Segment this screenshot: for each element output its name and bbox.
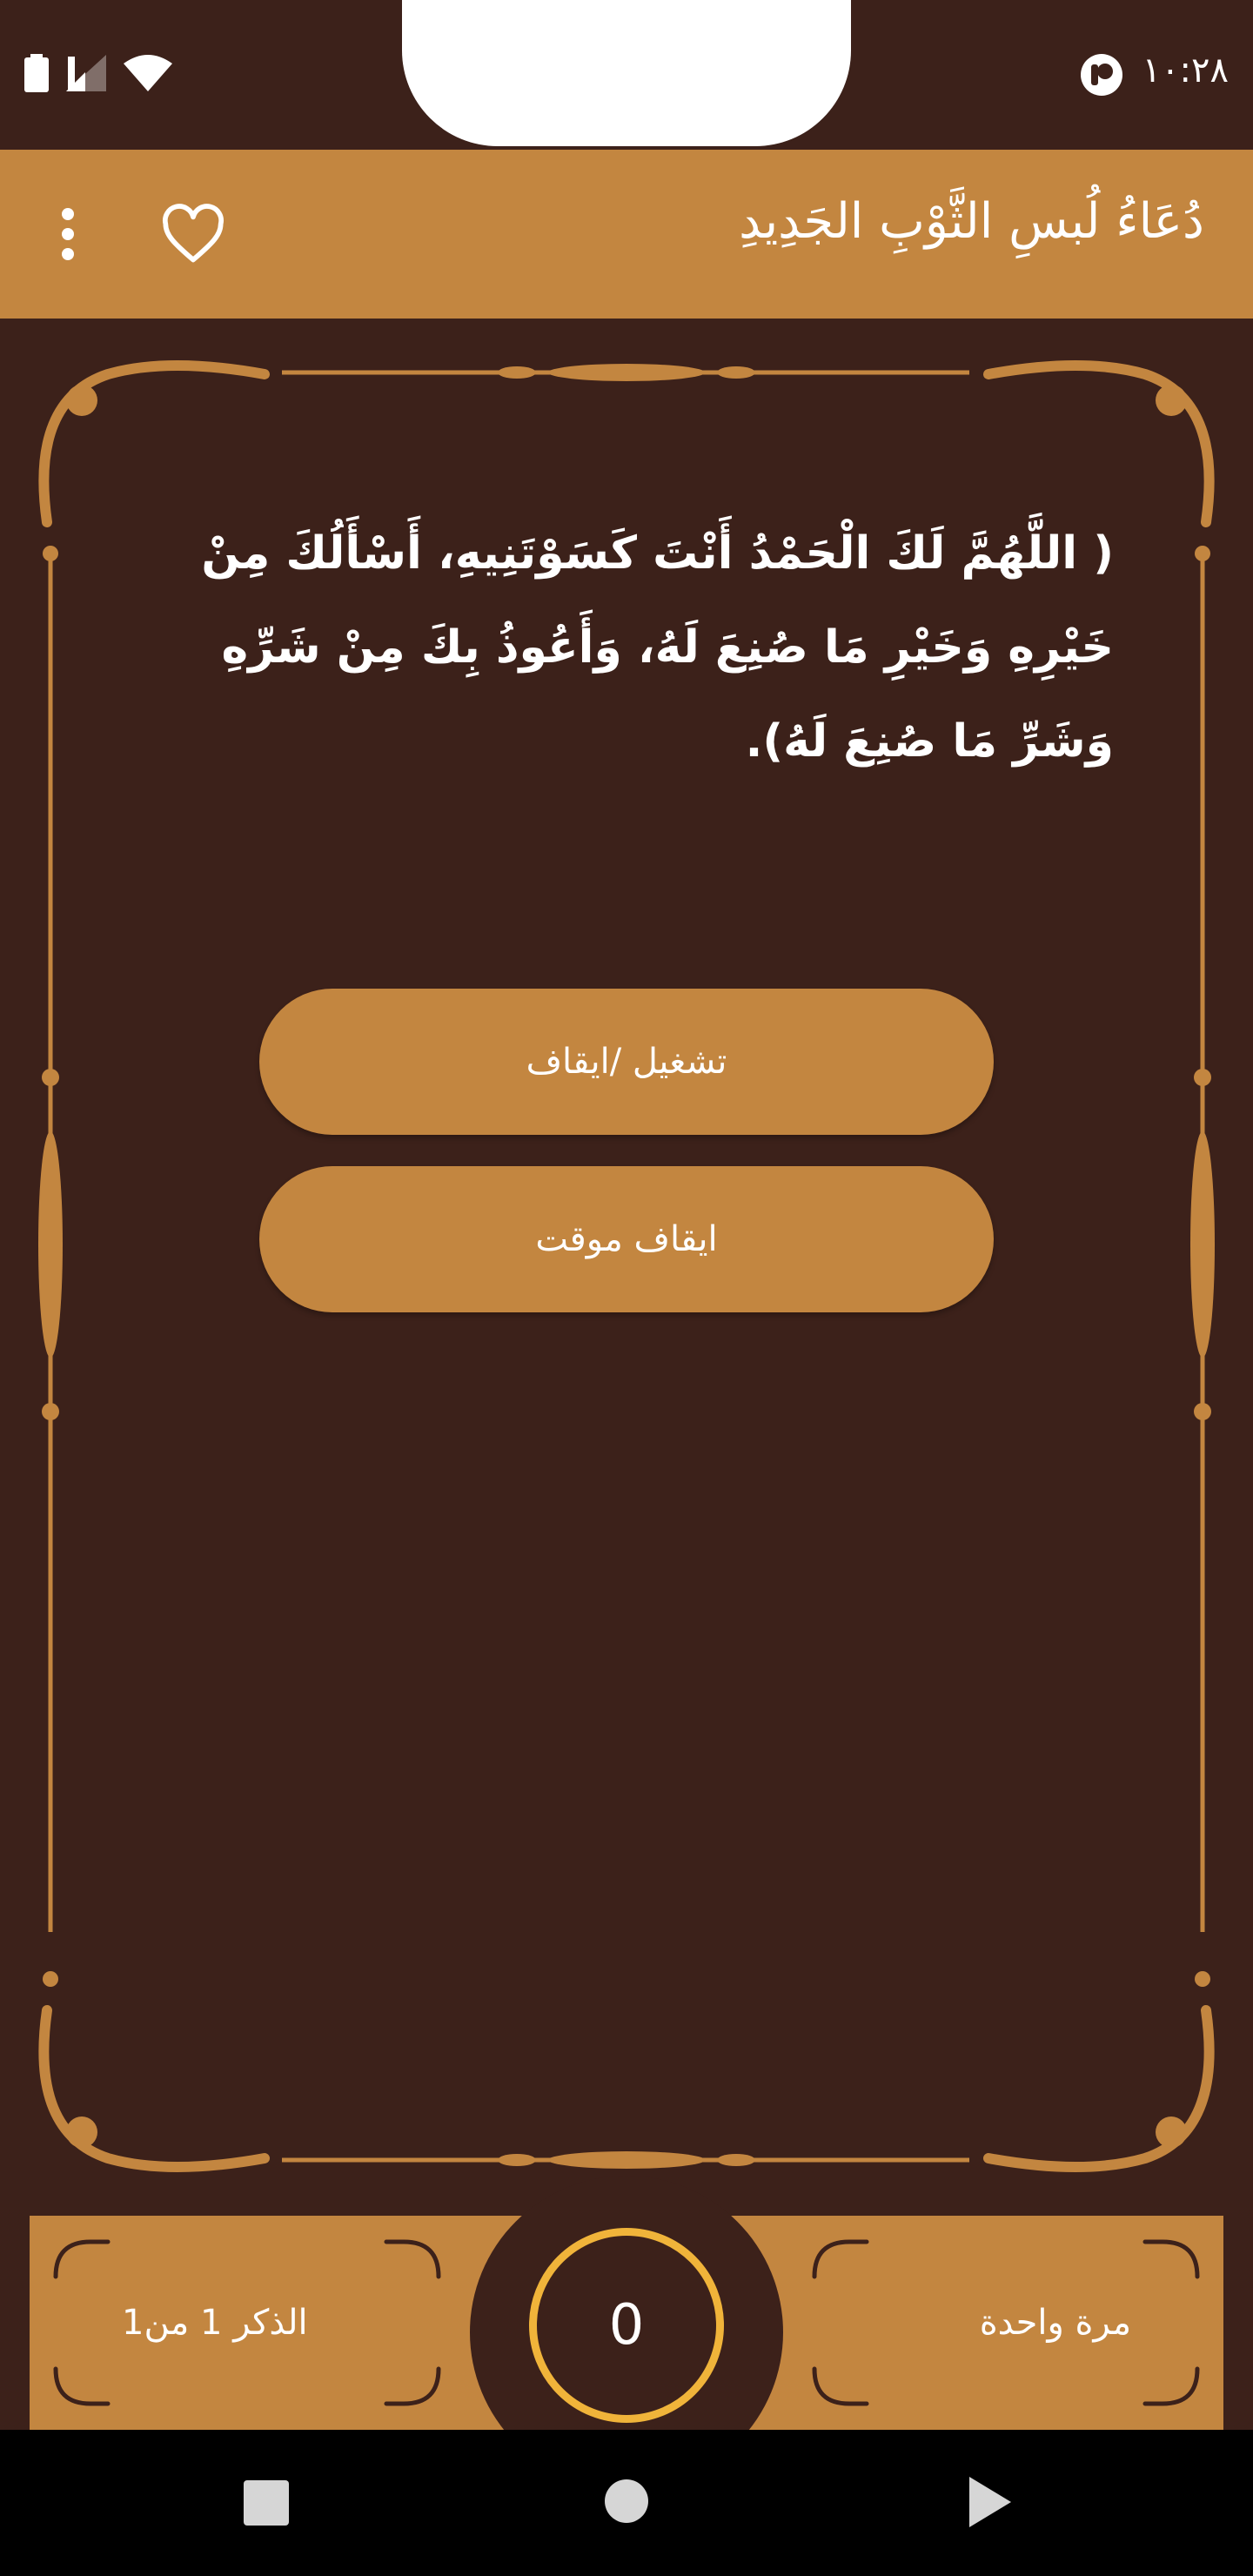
navigation-bar (0, 2430, 1253, 2576)
status-time: ١٠:٢٨ (1142, 50, 1229, 91)
more-vert-icon[interactable] (52, 204, 84, 265)
prayer-text: ( اللَّهُمَّ لَكَ الْحَمْدُ أَنْتَ كَسَو… (201, 527, 1114, 768)
dhikr-index-label: الذكر 1 من1 (122, 2303, 308, 2343)
page-title: دُعَاءُ لُبسِ الثَّوْبِ الجَدِيدِ (739, 193, 1204, 250)
stop-timer-button[interactable]: ايقاف موقت (259, 1166, 994, 1312)
tasbih-counter[interactable]: 0 (529, 2228, 724, 2423)
signal-icon (66, 55, 106, 91)
nav-back-icon[interactable] (968, 2475, 1013, 2529)
heart-icon[interactable] (160, 202, 226, 268)
camera-notch (402, 0, 851, 146)
data-saver-icon (1081, 54, 1122, 96)
play-pause-button[interactable]: تشغيل /ايقاف (259, 989, 994, 1135)
status-bar: ١٠:٢٨ (0, 0, 1253, 150)
status-icons (24, 54, 172, 92)
battery-icon (24, 54, 49, 92)
nav-home-icon[interactable] (604, 2479, 649, 2524)
repeat-count-label: مرة واحدة (979, 2303, 1131, 2343)
nav-recents-icon[interactable] (242, 2479, 291, 2527)
wifi-icon (124, 55, 172, 91)
app-bar: دُعَاءُ لُبسِ الثَّوْبِ الجَدِيدِ (0, 150, 1253, 319)
